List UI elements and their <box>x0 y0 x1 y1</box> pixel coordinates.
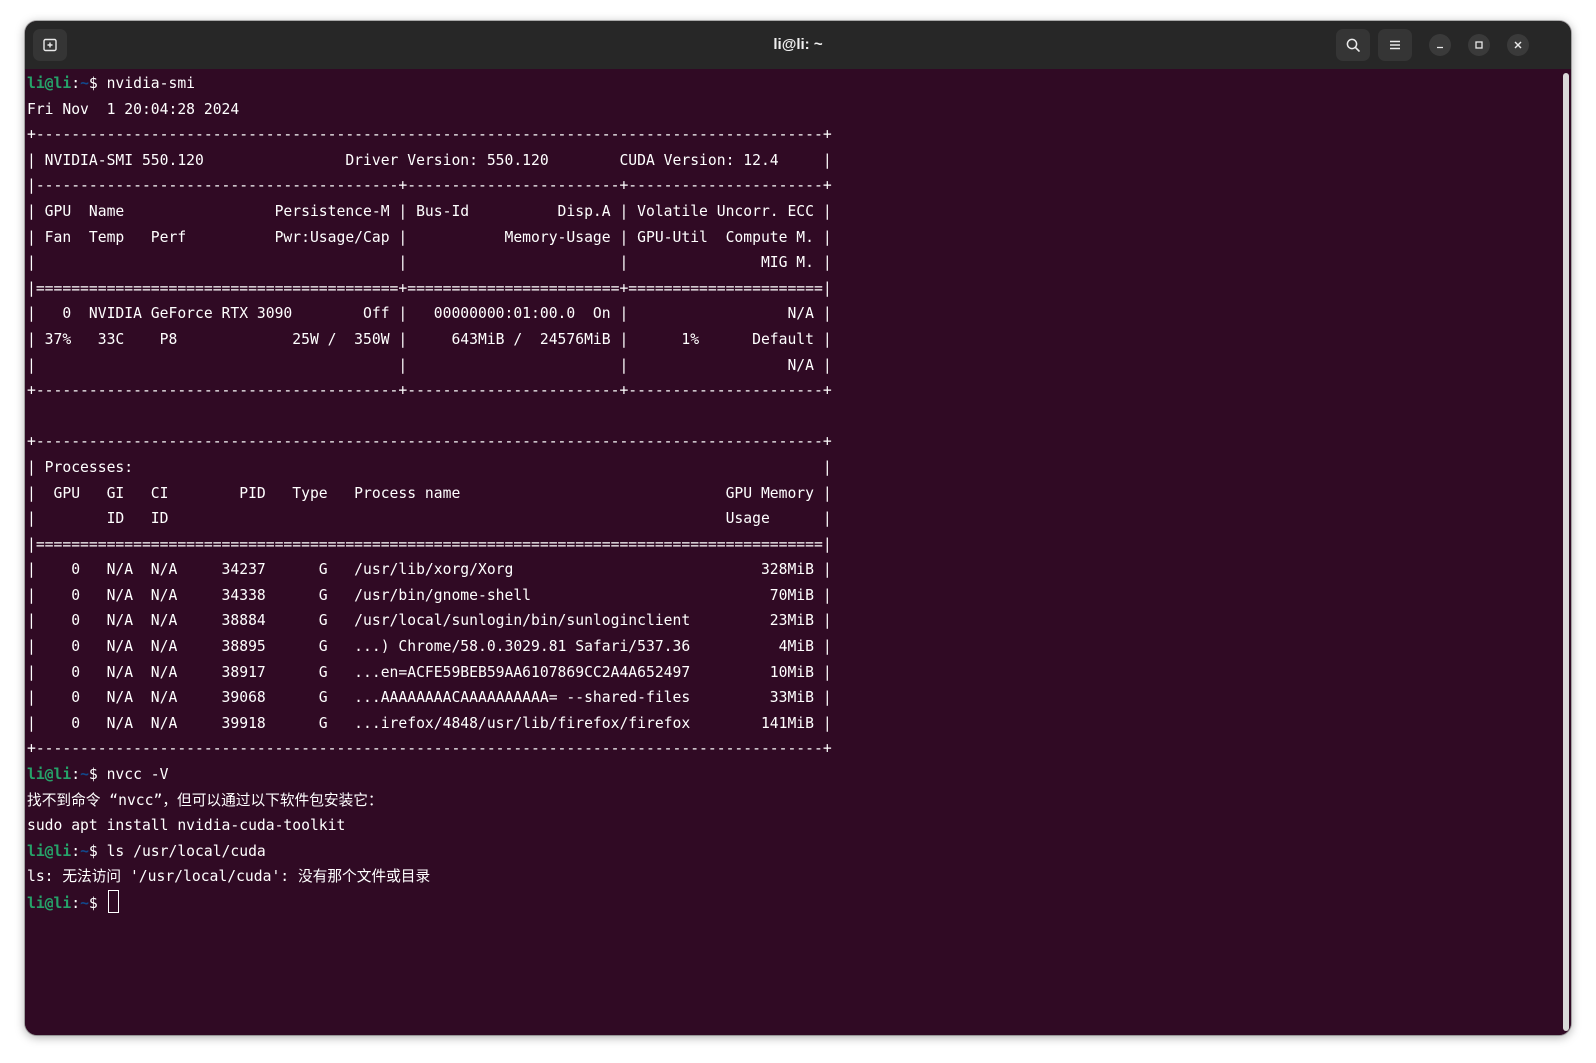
prompt-line: li@li:~$ ls /usr/local/cuda <box>27 839 832 865</box>
output-line: | 0 N/A N/A 34237 G /usr/lib/xorg/Xorg 3… <box>27 561 832 579</box>
menu-button[interactable] <box>1378 29 1412 61</box>
minimize-icon <box>1437 46 1443 49</box>
output-line: | Fan Temp Perf Pwr:Usage/Cap | Memory-U… <box>27 228 832 246</box>
output-line: sudo apt install nvidia-cuda-toolkit <box>27 817 346 835</box>
prompt-path: ~ <box>80 895 89 912</box>
output-line: +---------------------------------------… <box>27 126 832 144</box>
prompt-user: li@li <box>27 842 72 860</box>
output-line: | 0 N/A N/A 38895 G ...) Chrome/58.0.302… <box>27 638 832 656</box>
output-line: | 0 N/A N/A 34338 G /usr/bin/gnome-shell… <box>27 586 832 604</box>
prompt-line: li@li:~$ nvcc -V <box>27 762 832 788</box>
prompt-line: li@li:~$ <box>27 890 832 916</box>
prompt-symbol: $ <box>88 895 107 912</box>
output-line: | Processes: | <box>27 458 832 476</box>
prompt-symbol: $ <box>88 75 107 92</box>
prompt-symbol: $ <box>88 766 107 784</box>
output-line: | 0 N/A N/A 39068 G ...AAAAAAAACAAAAAAAA… <box>27 689 832 707</box>
prompt-user: li@li <box>27 895 72 912</box>
scrollbar[interactable] <box>1563 73 1569 1031</box>
prompt-path: ~ <box>80 842 89 860</box>
output-line: 找不到命令 “nvcc”，但可以通过以下软件包安装它： <box>27 791 383 809</box>
output-line: | | | MIG M. | <box>27 254 832 272</box>
close-button[interactable] <box>1507 34 1529 56</box>
output-line: |---------------------------------------… <box>27 177 832 195</box>
output-line: | 0 NVIDIA GeForce RTX 3090 Off | 000000… <box>27 305 832 323</box>
output-line: | GPU GI CI PID Type Process name GPU Me… <box>27 484 832 502</box>
output-line: +---------------------------------------… <box>27 740 832 758</box>
prompt-symbol: $ <box>88 842 107 860</box>
maximize-icon <box>1475 41 1483 49</box>
output-line: | 0 N/A N/A 38917 G ...en=ACFE59BEB59AA6… <box>27 663 832 681</box>
maximize-button[interactable] <box>1468 34 1490 56</box>
output-line: |=======================================… <box>27 279 832 297</box>
command-text: nvcc -V <box>106 766 169 784</box>
prompt-separator: : <box>71 895 81 912</box>
command-text: ls /usr/local/cuda <box>106 842 266 860</box>
output-line: | 37% 33C P8 25W / 350W | 643MiB / 24576… <box>27 330 832 348</box>
prompt-user: li@li <box>27 75 72 92</box>
title-bar[interactable]: li@li: ~ <box>25 21 1571 69</box>
hamburger-menu-icon <box>1390 40 1400 50</box>
output-line: Fri Nov 1 20:04:28 2024 <box>27 100 240 118</box>
output-line: | | | N/A | <box>27 356 832 374</box>
output-line: | GPU Name Persistence-M | Bus-Id Disp.A… <box>27 202 832 220</box>
output-line: +---------------------------------------… <box>27 382 832 400</box>
output-line: |=======================================… <box>27 535 832 553</box>
terminal-area[interactable]: li@li:~$ nvidia-smi Fri Nov 1 20:04:28 20… <box>25 69 1571 1035</box>
output-line: ls: 无法访问 '/usr/local/cuda': 没有那个文件或目录 <box>27 868 431 886</box>
prompt-path: ~ <box>80 75 89 92</box>
prompt-separator: : <box>71 75 81 92</box>
command-text: nvidia-smi <box>106 75 196 92</box>
prompt-separator: : <box>71 842 81 860</box>
terminal-window: li@li: ~ li@li:~$ nvidia-smi Fri Nov 1 2… <box>25 21 1571 1035</box>
prompt-line: li@li:~$ nvidia-smi <box>27 71 832 97</box>
output-line: +---------------------------------------… <box>27 433 832 451</box>
output-line: | 0 N/A N/A 39918 G ...irefox/4848/usr/l… <box>27 714 832 732</box>
prompt-user: li@li <box>27 766 72 784</box>
output-line: | NVIDIA-SMI 550.120 Driver Version: 550… <box>27 151 832 169</box>
search-icon <box>1346 38 1360 52</box>
close-icon <box>1514 41 1522 49</box>
terminal-output: li@li:~$ nvidia-smi Fri Nov 1 20:04:28 20… <box>27 71 832 916</box>
search-button[interactable] <box>1336 29 1370 61</box>
minimize-button[interactable] <box>1429 34 1451 56</box>
output-line: | 0 N/A N/A 38884 G /usr/local/sunlogin/… <box>27 612 832 630</box>
output-line: | ID ID Usage | <box>27 510 832 528</box>
prompt-separator: : <box>71 766 81 784</box>
text-cursor <box>107 890 119 913</box>
prompt-path: ~ <box>80 766 89 784</box>
